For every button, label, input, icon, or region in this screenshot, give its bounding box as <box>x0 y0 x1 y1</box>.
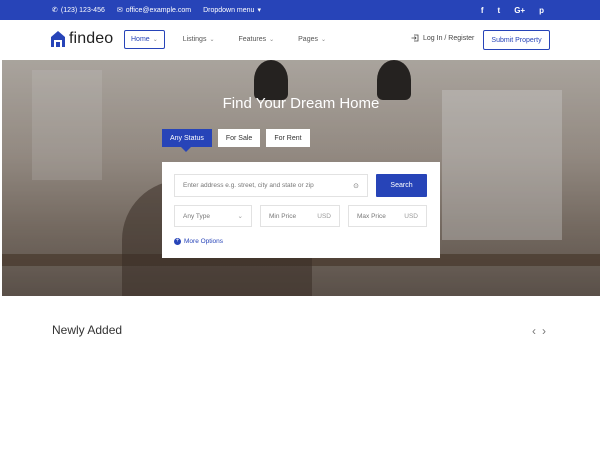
search-form: Enter address e.g. street, city and stat… <box>162 162 440 258</box>
hero-title: Find Your Dream Home <box>222 95 380 112</box>
tab-for-sale[interactable]: For Sale <box>217 129 261 147</box>
chevron-left-icon[interactable]: ‹ <box>532 324 536 338</box>
phone-contact[interactable]: ✆ (123) 123-456 <box>52 7 105 14</box>
email-text: office@example.com <box>125 6 192 14</box>
phone-icon: ✆ <box>52 6 58 14</box>
tab-any-status[interactable]: Any Status <box>162 129 212 147</box>
envelope-icon: ✉ <box>116 6 123 14</box>
pinterest-icon[interactable]: p <box>539 6 544 15</box>
login-icon <box>411 34 419 42</box>
nav-pages-label: Pages <box>298 36 318 43</box>
social-links: f t G+ p <box>481 0 544 20</box>
currency-label: USD <box>404 212 418 220</box>
active-tab-pointer <box>181 147 191 152</box>
caret-down-icon: ▾ <box>257 7 261 14</box>
logo-text: findeo <box>69 30 114 47</box>
min-price-placeholder: Min Price <box>269 212 297 220</box>
chevron-down-icon: ⌄ <box>209 37 215 43</box>
login-label: Log In / Register <box>423 34 475 42</box>
status-tabs: Any Status For Sale For Rent <box>162 129 310 147</box>
chevron-down-icon: ⌄ <box>152 37 158 43</box>
address-placeholder: Enter address e.g. street, city and stat… <box>183 182 314 189</box>
chevron-down-icon: ⌄ <box>321 37 327 43</box>
chevron-right-icon[interactable]: › <box>542 324 546 338</box>
twitter-icon[interactable]: t <box>498 6 501 15</box>
google-plus-icon[interactable]: G+ <box>514 6 525 15</box>
plus-icon: + <box>174 238 181 245</box>
login-link[interactable]: Log In / Register <box>411 34 474 42</box>
currency-label: USD <box>317 212 331 220</box>
carousel-controls: ‹ › <box>532 324 546 338</box>
property-type-value: Any Type <box>183 212 210 220</box>
nav-pages[interactable]: Pages ⌄ <box>292 30 332 49</box>
tab-for-rent[interactable]: For Rent <box>266 129 310 147</box>
nav-listings[interactable]: Listings ⌄ <box>177 30 221 49</box>
min-price-input[interactable]: Min Price USD <box>260 205 340 227</box>
section-title: Newly Added <box>52 323 123 337</box>
logo[interactable]: findeo <box>51 30 113 48</box>
more-options-toggle[interactable]: + More Options <box>174 238 223 245</box>
more-options-label: More Options <box>184 238 224 245</box>
main-nav: Home ⌄ Listings ⌄ Features ⌄ Pages ⌄ <box>124 30 332 49</box>
email-contact[interactable]: ✉ office@example.com <box>117 7 191 14</box>
max-price-placeholder: Max Price <box>357 212 386 220</box>
dropdown-menu[interactable]: Dropdown menu ▾ <box>203 6 261 15</box>
phone-text: (123) 123-456 <box>60 6 105 14</box>
search-button[interactable]: Search <box>376 174 427 197</box>
submit-property-button[interactable]: Submit Property <box>483 30 550 50</box>
nav-listings-label: Listings <box>182 36 207 43</box>
chevron-down-icon: ⌄ <box>269 37 275 43</box>
dropdown-label: Dropdown menu <box>203 6 255 14</box>
facebook-icon[interactable]: f <box>481 6 484 15</box>
max-price-input[interactable]: Max Price USD <box>348 205 427 227</box>
site-header: findeo Home ⌄ Listings ⌄ Features ⌄ Page… <box>0 20 600 60</box>
address-input[interactable]: Enter address e.g. street, city and stat… <box>174 174 368 197</box>
crosshair-icon[interactable]: ⊙ <box>353 182 359 190</box>
nav-features[interactable]: Features ⌄ <box>232 30 280 49</box>
nav-features-label: Features <box>238 36 267 43</box>
house-logo-icon <box>51 31 65 47</box>
top-bar: ✆ (123) 123-456 ✉ office@example.com Dro… <box>0 0 600 20</box>
nav-home[interactable]: Home ⌄ <box>124 30 165 49</box>
nav-home-label: Home <box>131 36 150 43</box>
chevron-down-icon: ⌄ <box>237 213 243 220</box>
property-type-select[interactable]: Any Type ⌄ <box>174 205 252 227</box>
contact-info: ✆ (123) 123-456 ✉ office@example.com Dro… <box>52 0 261 20</box>
